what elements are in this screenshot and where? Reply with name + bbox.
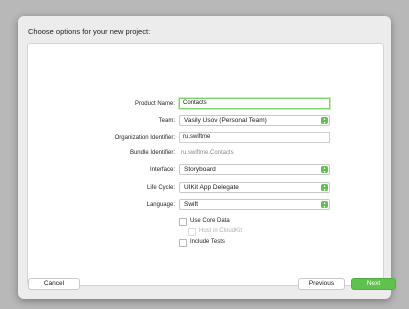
up-down-chevron-icon: ▴ ▾ — [321, 166, 328, 173]
language-value: Swift — [184, 201, 199, 208]
bundle-id-row: Bundle Identifier: ru.swiftme.Contacts — [28, 147, 383, 159]
interface-row: Interface: Storyboard ▴ ▾ — [28, 164, 383, 176]
up-down-chevron-icon: ▴ ▾ — [321, 201, 328, 208]
product-name-label: Product Name: — [134, 101, 175, 107]
team-popup[interactable]: Vasily Usov (Personal Team) ▴ ▾ — [179, 115, 330, 126]
team-row: Team: Vasily Usov (Personal Team) ▴ ▾ — [28, 115, 383, 127]
options-panel: Product Name: Contacts Team: Vasily Usov… — [27, 43, 384, 286]
org-id-row: Organization Identifier: ru.swiftme — [28, 132, 383, 144]
host-in-cloudkit-box — [188, 228, 196, 236]
org-id-field[interactable]: ru.swiftme — [179, 132, 330, 143]
team-label: Team: — [158, 118, 175, 124]
use-core-data-label: Use Core Data — [190, 218, 230, 224]
team-value: Vasily Usov (Personal Team) — [184, 117, 267, 124]
language-row: Language: Swift ▴ ▾ — [28, 199, 383, 211]
up-down-chevron-icon: ▴ ▾ — [321, 117, 328, 124]
bundle-id-label: Bundle Identifier: — [129, 150, 175, 156]
lifecycle-popup[interactable]: UIKit App Delegate ▴ ▾ — [179, 182, 330, 193]
next-button[interactable]: Next — [351, 278, 396, 290]
lifecycle-row: Life Cycle: UIKit App Delegate ▴ ▾ — [28, 182, 383, 194]
new-project-dialog: Choose options for your new project: Pro… — [18, 16, 391, 299]
language-popup[interactable]: Swift ▴ ▾ — [179, 199, 330, 210]
interface-popup[interactable]: Storyboard ▴ ▾ — [179, 164, 330, 175]
interface-label: Interface: — [149, 167, 175, 173]
include-tests-label: Include Tests — [190, 239, 225, 245]
up-down-chevron-icon: ▴ ▾ — [321, 184, 328, 191]
lifecycle-value: UIKit App Delegate — [184, 184, 239, 191]
org-id-label: Organization Identifier: — [114, 135, 175, 141]
bundle-id-value: ru.swiftme.Contacts — [181, 150, 234, 156]
cancel-button[interactable]: Cancel — [28, 278, 80, 290]
include-tests-box[interactable] — [179, 239, 187, 247]
interface-value: Storyboard — [184, 166, 216, 173]
use-core-data-box[interactable] — [179, 218, 187, 226]
dialog-title: Choose options for your new project: — [28, 27, 151, 36]
product-name-field[interactable]: Contacts — [179, 98, 330, 109]
lifecycle-label: Life Cycle: — [146, 185, 175, 191]
host-in-cloudkit-label: Host in CloudKit — [199, 228, 243, 234]
product-name-row: Product Name: Contacts — [28, 98, 383, 110]
language-label: Language: — [146, 202, 175, 208]
previous-button[interactable]: Previous — [298, 278, 345, 290]
